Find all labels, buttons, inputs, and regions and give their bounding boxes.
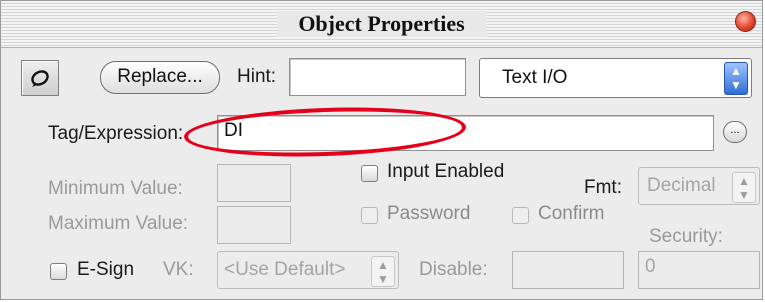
object-properties-window: Object Properties Replace... Hint: Text …: [0, 0, 763, 300]
vk-select[interactable]: <Use Default> ▲ ▼: [217, 251, 399, 289]
disable-label: Disable:: [419, 259, 488, 280]
format-select[interactable]: Decimal ▲ ▼: [638, 167, 760, 205]
hint-input[interactable]: [289, 58, 466, 96]
format-value: Decimal: [647, 175, 716, 196]
object-type-select[interactable]: Text I/O ▲ ▼: [479, 58, 752, 98]
input-enabled-label: Input Enabled: [387, 161, 505, 182]
object-type-value: Text I/O: [502, 67, 568, 88]
tag-expression-label: Tag/Expression:: [48, 123, 184, 144]
minimum-value-input[interactable]: [217, 164, 291, 202]
highlight-annotation: [183, 103, 467, 161]
vk-label: VK:: [163, 259, 194, 280]
window-title: Object Properties: [276, 11, 487, 37]
hint-label: Hint:: [237, 66, 277, 87]
e-sign-label: E-Sign: [77, 259, 135, 280]
confirm-label: Confirm: [538, 203, 605, 224]
minimum-value-label: Minimum Value:: [48, 178, 183, 199]
select-arrow-icon: ▲ ▼: [724, 62, 748, 95]
fmt-label: Fmt:: [584, 177, 622, 198]
security-label: Security:: [649, 226, 723, 247]
title-bar[interactable]: Object Properties: [1, 1, 762, 48]
ellipsis-icon[interactable]: ...: [723, 121, 747, 143]
select-arrow-icon: ▲ ▼: [732, 172, 756, 203]
maximum-value-input[interactable]: [217, 206, 291, 244]
e-sign-checkbox[interactable]: [50, 263, 67, 280]
select-arrow-icon: ▲ ▼: [371, 256, 395, 287]
object-icon: [31, 70, 49, 87]
maximum-value-label: Maximum Value:: [48, 213, 189, 234]
replace-button[interactable]: Replace...: [100, 61, 220, 94]
close-icon[interactable]: [735, 11, 756, 32]
password-label: Password: [387, 203, 471, 224]
password-checkbox[interactable]: [361, 207, 378, 224]
vk-value: <Use Default>: [224, 259, 346, 280]
input-enabled-checkbox[interactable]: [361, 165, 378, 182]
object-icon-button[interactable]: [21, 60, 59, 96]
disable-input[interactable]: [512, 251, 624, 289]
confirm-checkbox[interactable]: [512, 207, 529, 224]
security-input[interactable]: 0: [638, 251, 760, 289]
